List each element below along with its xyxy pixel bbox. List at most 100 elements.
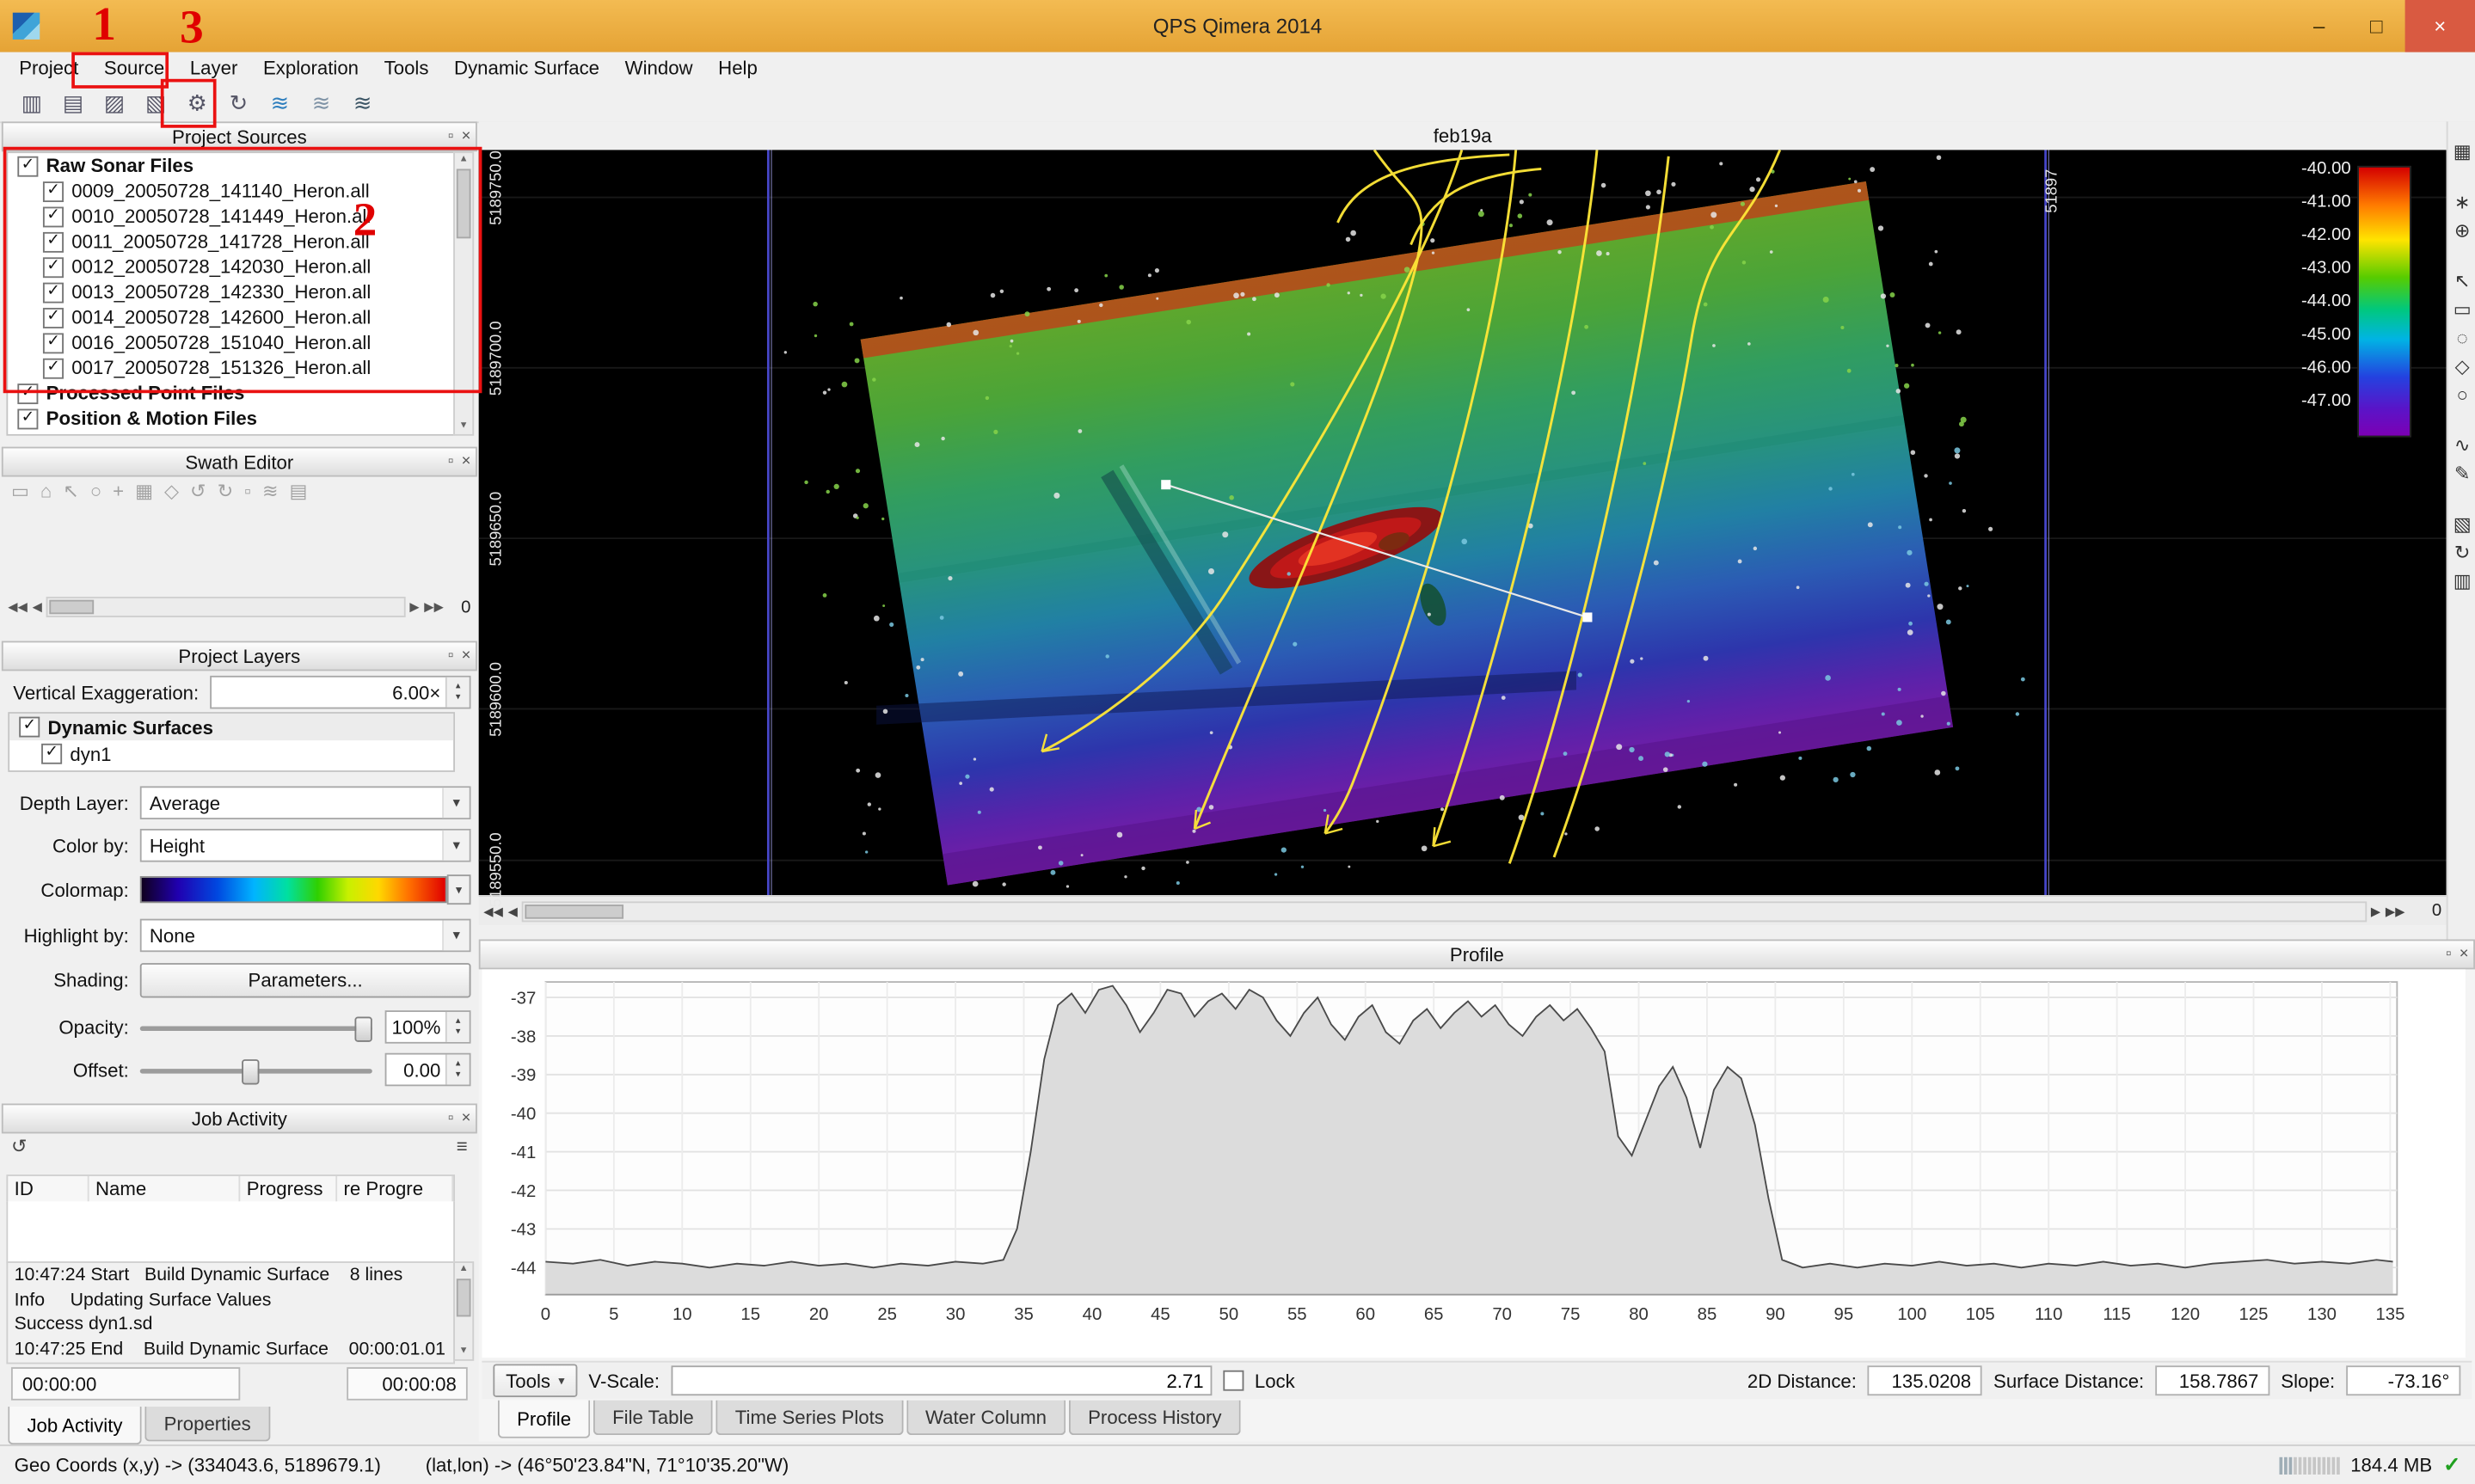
zoom-icon[interactable]: ○ — [90, 480, 101, 502]
split-view-icon[interactable]: ▥ — [2448, 567, 2475, 595]
menu-exploration[interactable]: Exploration — [250, 53, 372, 82]
float-panel-icon[interactable]: ▫ — [448, 1110, 454, 1127]
lock-checkbox[interactable] — [1223, 1371, 1244, 1391]
colormap-gradient[interactable] — [140, 876, 447, 903]
close-panel-icon[interactable]: × — [2460, 946, 2469, 963]
checkbox-icon[interactable]: ✓ — [17, 408, 38, 429]
shading-parameters-button[interactable]: Parameters... — [140, 962, 471, 996]
job-log-scrollbar[interactable]: ▲ ▼ — [453, 1261, 474, 1361]
ellipse-select-icon[interactable]: ○ — [2448, 381, 2475, 409]
surfaces-group-row[interactable]: ✓ Dynamic Surfaces — [9, 714, 453, 740]
scroll-down-icon[interactable]: ▼ — [459, 1345, 469, 1359]
redo-icon[interactable]: ↻ — [218, 480, 234, 502]
table-grid-icon[interactable]: ▦ — [2448, 138, 2475, 166]
title-bar[interactable]: QPS Qimera 2014 – □ × — [0, 0, 2475, 53]
opacity-stepper[interactable]: 100% ▴▾ — [385, 1010, 471, 1044]
float-panel-icon[interactable]: ▫ — [448, 453, 454, 470]
job-table-rows[interactable] — [6, 1201, 455, 1263]
undo-icon[interactable]: ↺ — [11, 1135, 28, 1157]
menu-tools[interactable]: Tools — [372, 53, 441, 82]
tab-process-history[interactable]: Process History — [1069, 1401, 1241, 1435]
depth-layer-select[interactable]: Average ▾ — [140, 786, 471, 819]
list-icon[interactable]: ≡ — [457, 1135, 468, 1157]
scroll-up-icon[interactable]: ▲ — [459, 1263, 469, 1278]
close-button[interactable]: × — [2405, 0, 2475, 52]
source-group-row[interactable]: ✓Position & Motion Files — [8, 406, 453, 431]
scroll-left-icon[interactable]: ◀ — [33, 600, 42, 615]
profile-tool-icon[interactable]: ∿ — [2448, 431, 2475, 459]
undo-icon[interactable]: ↺ — [190, 480, 206, 502]
flag-icon[interactable]: ◇ — [164, 480, 179, 502]
pan-icon[interactable]: + — [113, 480, 124, 502]
reprocess-icon[interactable]: ↻ — [221, 85, 256, 120]
tab-profile[interactable]: Profile — [498, 1401, 590, 1438]
scene-horizontal-scrollbar[interactable]: ◀◀ ◀ ▶ ▶▶ 0 — [479, 895, 2447, 925]
tab-file-table[interactable]: File Table — [593, 1401, 713, 1435]
scrollbar-thumb[interactable] — [525, 904, 624, 918]
scrollbar-track[interactable] — [523, 901, 2367, 922]
profile-chart[interactable]: -37-38-39-40-41-42-43-440510152025303540… — [482, 969, 2465, 1358]
minimize-button[interactable]: – — [2290, 0, 2348, 52]
job-table-column[interactable]: Progress — [240, 1176, 337, 1203]
pin-icon[interactable]: ▭ — [11, 480, 29, 502]
offset-slider[interactable] — [140, 1055, 372, 1083]
target-icon[interactable]: ⊕ — [2448, 217, 2475, 245]
rotate-view-icon[interactable]: ↻ — [2448, 538, 2475, 567]
scroll-left2-icon[interactable]: ◀◀ — [8, 600, 28, 615]
wedge-icon[interactable]: ▤ — [290, 480, 308, 502]
swath-editor-header[interactable]: Swath Editor ▫× — [2, 447, 477, 477]
scatter-points-icon[interactable]: ∗ — [2448, 188, 2475, 217]
grid-icon[interactable]: ▦ — [135, 480, 153, 502]
slider-thumb[interactable] — [50, 600, 95, 615]
job-table-column[interactable]: Name — [89, 1176, 241, 1203]
spin-up-icon[interactable]: ▴ — [447, 1058, 470, 1070]
scroll-right-icon[interactable]: ▶ — [2371, 904, 2380, 918]
job-table-column[interactable]: re Progre — [337, 1176, 453, 1203]
menu-window[interactable]: Window — [612, 53, 706, 82]
checkbox-icon[interactable]: ✓ — [19, 717, 40, 738]
surface-gray-icon[interactable]: ≋ — [304, 85, 339, 120]
float-panel-icon[interactable]: ▫ — [2446, 946, 2452, 963]
job-log[interactable]: 10:47:24 Start Build Dynamic Surface 8 l… — [6, 1261, 455, 1364]
spin-down-icon[interactable]: ▾ — [447, 692, 470, 703]
chevron-down-icon[interactable]: ▾ — [447, 874, 471, 905]
scroll-right-icon[interactable]: ▶ — [409, 600, 419, 615]
close-panel-icon[interactable]: × — [462, 128, 471, 145]
project-layers-header[interactable]: Project Layers ▫× — [2, 641, 477, 671]
expand-icon[interactable]: ▫ — [244, 480, 251, 502]
surface-blue-icon[interactable]: ≋ — [262, 85, 298, 120]
spin-up-icon[interactable]: ▴ — [447, 681, 470, 692]
maximize-button[interactable]: □ — [2348, 0, 2405, 52]
scrollbar-thumb[interactable] — [457, 1279, 471, 1316]
beam-icon[interactable]: ≋ — [262, 480, 279, 502]
select-cursor-icon[interactable]: ↖ — [2448, 267, 2475, 295]
slider-track[interactable] — [47, 597, 405, 617]
job-table-column[interactable]: ID — [8, 1176, 89, 1203]
menu-help[interactable]: Help — [705, 53, 770, 82]
shading-icon[interactable]: ▧ — [2448, 510, 2475, 538]
cursor-icon[interactable]: ↖ — [63, 480, 79, 502]
dotted-circle-select-icon[interactable]: ◌ — [2448, 323, 2475, 352]
chevron-down-icon[interactable]: ▾ — [442, 831, 469, 861]
checkbox-icon[interactable]: ✓ — [41, 744, 62, 764]
vertical-exaggeration-stepper[interactable]: 6.00× ▴▾ — [210, 676, 470, 709]
slider-handle[interactable] — [243, 1058, 260, 1083]
float-panel-icon[interactable]: ▫ — [448, 128, 454, 145]
job-activity-header[interactable]: Job Activity ▫× — [2, 1103, 477, 1133]
close-panel-icon[interactable]: × — [462, 453, 471, 470]
spin-down-icon[interactable]: ▾ — [447, 1027, 470, 1038]
menu-dynamic-surface[interactable]: Dynamic Surface — [441, 53, 612, 82]
scroll-down-icon[interactable]: ▼ — [459, 420, 469, 434]
color-by-select[interactable]: Height ▾ — [140, 829, 471, 862]
opacity-slider[interactable] — [140, 1013, 372, 1041]
menu-layer[interactable]: Layer — [177, 53, 250, 82]
close-panel-icon[interactable]: × — [462, 1110, 471, 1127]
tab-time-series-plots[interactable]: Time Series Plots — [716, 1401, 904, 1435]
spin-down-icon[interactable]: ▾ — [447, 1070, 470, 1081]
offset-stepper[interactable]: 0.00 ▴▾ — [385, 1053, 471, 1087]
home-icon[interactable]: ⌂ — [40, 480, 52, 502]
import-file-icon[interactable]: ▨ — [97, 85, 132, 120]
tab-job-activity[interactable]: Job Activity — [8, 1407, 141, 1444]
chevron-down-icon[interactable]: ▾ — [442, 788, 469, 818]
swath-editor-slider[interactable]: ◀◀ ◀ ▶ ▶▶ 0 — [8, 595, 470, 619]
